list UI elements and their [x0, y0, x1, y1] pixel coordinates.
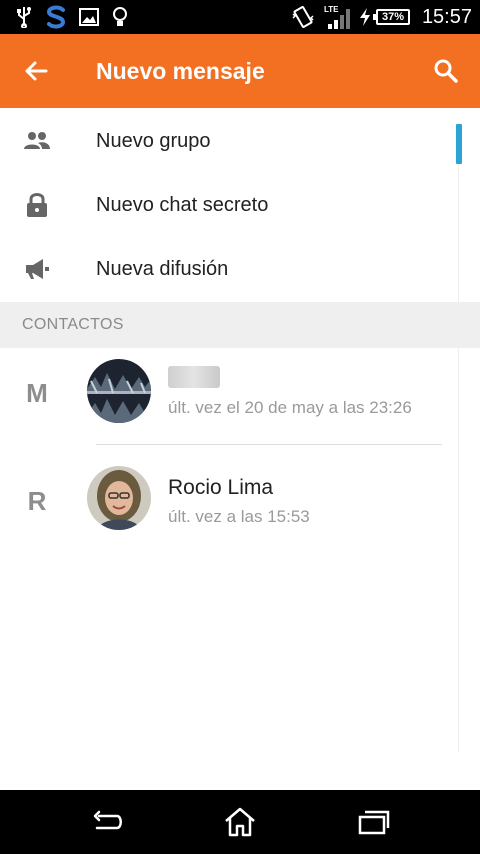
new-group-label: Nuevo grupo [96, 130, 211, 152]
new-group-item[interactable]: Nuevo grupo [0, 109, 460, 173]
lte-label: LTE [324, 5, 339, 14]
contact-name [168, 366, 220, 394]
back-arrow-icon[interactable] [18, 56, 54, 86]
back-icon[interactable] [86, 802, 130, 842]
image-icon [78, 0, 100, 34]
clock: 15:57 [421, 6, 472, 28]
contact-row[interactable]: R Rocio Lima últ. vez a las 15:53 [0, 456, 460, 556]
charging-icon [358, 0, 372, 34]
avatar [87, 466, 151, 530]
contact-last-seen: últ. vez a las 15:53 [168, 507, 310, 526]
app-bar: Nuevo mensaje [0, 34, 480, 108]
lte-signal-icon: LTE [324, 0, 354, 34]
search-icon[interactable] [430, 56, 462, 86]
avatar [87, 359, 151, 423]
vibrate-icon [290, 0, 316, 34]
battery-level: 37% [373, 9, 410, 25]
page-title: Nuevo mensaje [96, 58, 265, 84]
contact-row[interactable]: M últ. vez el 20 de may a las 23:26 [0, 348, 460, 448]
contact-last-seen: últ. vez el 20 de may a las 23:26 [168, 398, 412, 417]
new-secret-chat-label: Nuevo chat secreto [96, 194, 269, 216]
bulb-icon [110, 0, 130, 34]
new-broadcast-item[interactable]: Nueva difusión [0, 237, 460, 301]
index-letter: R [27, 486, 47, 516]
megaphone-icon [22, 255, 52, 283]
contacts-section-header: CONTACTOS [0, 302, 480, 348]
usb-icon [14, 0, 34, 34]
app-s-icon [44, 0, 68, 34]
status-bar: LTE 37% 15:57 [0, 0, 480, 34]
recents-icon[interactable] [352, 802, 396, 842]
new-secret-chat-item[interactable]: Nuevo chat secreto [0, 173, 460, 237]
contact-name: Rocio Lima [168, 476, 274, 499]
home-icon[interactable] [218, 802, 262, 842]
lock-icon [22, 191, 52, 219]
group-icon [22, 127, 52, 155]
contact-name-redacted [168, 366, 220, 388]
scrollbar-thumb[interactable] [456, 124, 462, 164]
new-broadcast-label: Nueva difusión [96, 258, 229, 280]
index-letter: M [26, 378, 48, 408]
divider [96, 444, 442, 445]
system-nav-bar [0, 790, 480, 854]
contacts-section-title: CONTACTOS [22, 316, 124, 333]
